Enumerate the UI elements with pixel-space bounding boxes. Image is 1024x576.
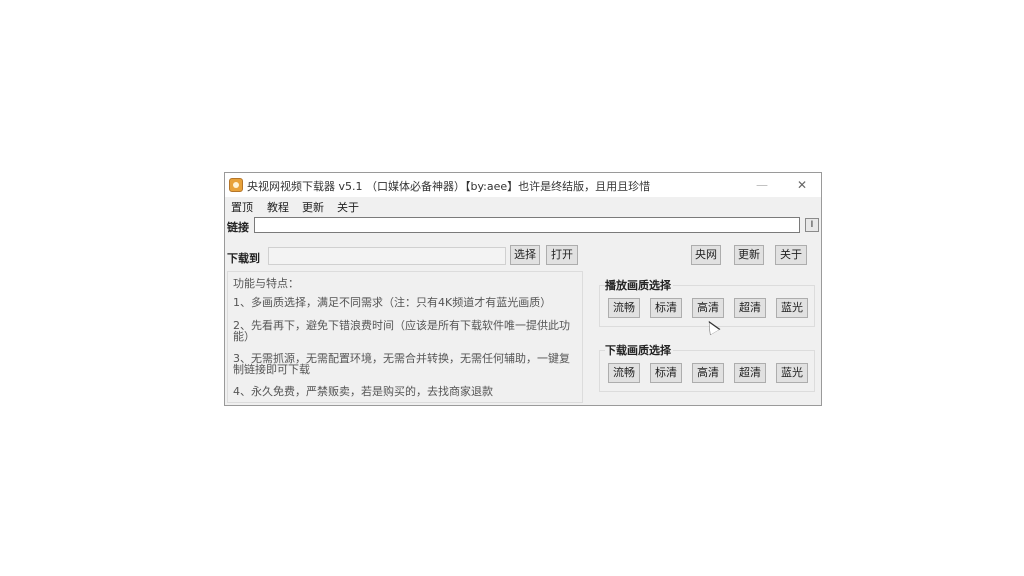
update-button[interactable]: 更新 <box>734 245 764 265</box>
download-path-input[interactable] <box>268 247 506 265</box>
menu-pin[interactable]: 置顶 <box>231 199 253 215</box>
link-input[interactable] <box>254 217 800 233</box>
menu-about[interactable]: 关于 <box>337 199 359 215</box>
feature-item: 2、先看再下，避免下错浪费时间（应该是所有下载软件唯一提供此功能） <box>233 319 570 343</box>
download-quality-title: 下载画质选择 <box>605 342 673 358</box>
link-label: 链接 <box>227 221 249 234</box>
minimize-button[interactable]: — <box>751 176 773 194</box>
menu-update[interactable]: 更新 <box>302 199 324 215</box>
play-quality-sd[interactable]: 标清 <box>650 298 682 318</box>
paste-icon[interactable]: I <box>805 218 819 232</box>
download-quality-smooth[interactable]: 流畅 <box>608 363 640 383</box>
feature-item: 1、多画质选择，满足不同需求（注：只有4K频道才有蓝光画质） <box>233 296 552 309</box>
play-quality-fhd[interactable]: 超清 <box>734 298 766 318</box>
menu-tutorial[interactable]: 教程 <box>267 199 289 215</box>
play-quality-title: 播放画质选择 <box>605 277 673 293</box>
app-icon <box>229 178 243 192</box>
about-button[interactable]: 关于 <box>775 245 807 265</box>
download-quality-sd[interactable]: 标清 <box>650 363 682 383</box>
play-quality-smooth[interactable]: 流畅 <box>608 298 640 318</box>
open-button[interactable]: 打开 <box>546 245 578 265</box>
window-title: 央视网视频下载器 v5.1 （口媒体必备神器）【by:aee】也许是终结版，且用… <box>247 180 651 193</box>
title-bar[interactable]: 央视网视频下载器 v5.1 （口媒体必备神器）【by:aee】也许是终结版，且用… <box>225 173 821 197</box>
download-quality-bluray[interactable]: 蓝光 <box>776 363 808 383</box>
play-quality-hd[interactable]: 高清 <box>692 298 724 318</box>
download-to-label: 下载到 <box>227 252 260 265</box>
feature-item: 4、永久免费，严禁贩卖，若是购买的，去找商家退款 <box>233 385 493 398</box>
menu-bar: 置顶 教程 更新 关于 <box>225 197 821 215</box>
features-title: 功能与特点： <box>233 277 299 290</box>
feature-item: 3、无需抓源，无需配置环境，无需合并转换，无需任何辅助，一键复制链接即可下载 <box>233 352 570 376</box>
download-quality-hd[interactable]: 高清 <box>692 363 724 383</box>
cctv-button[interactable]: 央网 <box>691 245 721 265</box>
play-quality-bluray[interactable]: 蓝光 <box>776 298 808 318</box>
choose-button[interactable]: 选择 <box>510 245 540 265</box>
features-panel: 功能与特点： 1、多画质选择，满足不同需求（注：只有4K频道才有蓝光画质） 2、… <box>227 271 583 403</box>
download-quality-fhd[interactable]: 超清 <box>734 363 766 383</box>
close-button[interactable]: ✕ <box>791 176 813 194</box>
app-window: 央视网视频下载器 v5.1 （口媒体必备神器）【by:aee】也许是终结版，且用… <box>224 172 822 406</box>
